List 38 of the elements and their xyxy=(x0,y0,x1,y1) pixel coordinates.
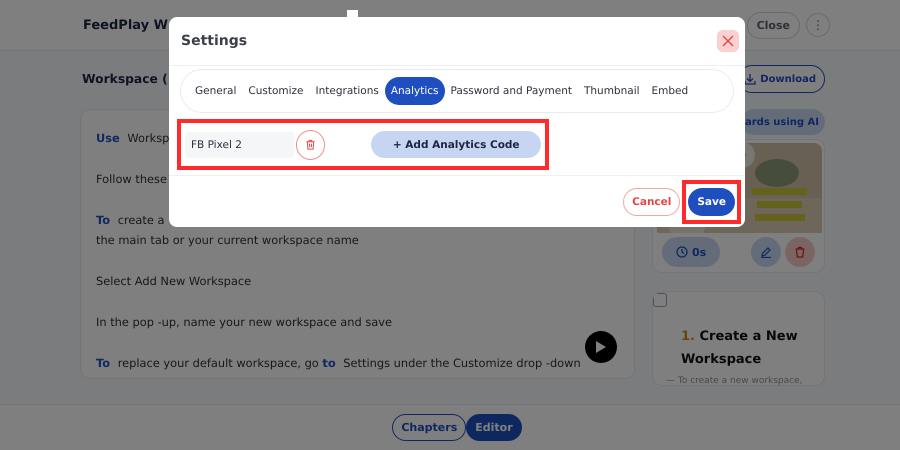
paragraph: To create a xyxy=(96,212,164,229)
download-icon xyxy=(744,73,756,85)
settings-tab[interactable]: Customize xyxy=(242,77,310,105)
paragraph: Use Worksp xyxy=(96,130,170,147)
workspace-title: Workspace ( xyxy=(82,72,168,86)
close-icon xyxy=(722,35,734,47)
play-icon xyxy=(596,341,606,353)
save-button[interactable]: Save xyxy=(688,188,735,216)
pencil-icon xyxy=(760,246,772,258)
settings-tab[interactable]: Analytics xyxy=(384,77,445,105)
paragraph: Follow these xyxy=(96,171,167,188)
settings-tab[interactable]: Thumbnail xyxy=(578,77,646,105)
settings-tab[interactable]: Password and Payment xyxy=(444,77,578,105)
paragraph: In the pop -up, name your new workspace and save xyxy=(96,314,392,331)
view-tab[interactable]: Chapters xyxy=(392,414,466,441)
edit-button[interactable] xyxy=(751,237,781,267)
view-tab[interactable]: Editor xyxy=(466,414,522,441)
add-analytics-code-button[interactable]: + Add Analytics Code xyxy=(371,131,541,158)
chapter-summary: — To create a new workspace, xyxy=(666,376,804,385)
settings-tab[interactable]: Embed xyxy=(646,77,694,105)
delete-button[interactable] xyxy=(785,237,815,267)
checkbox[interactable] xyxy=(653,293,667,307)
trash-icon xyxy=(794,246,806,258)
settings-tab[interactable]: Integrations xyxy=(310,77,385,105)
paragraph: Select Add New Workspace xyxy=(96,273,252,290)
analytics-code-field[interactable]: FB Pixel 2 xyxy=(185,132,294,158)
delete-button[interactable] xyxy=(296,130,326,160)
cancel-button[interactable]: Cancel xyxy=(623,188,680,216)
paragraph: the main tab or your current workspace name xyxy=(96,232,359,249)
trash-icon xyxy=(305,139,316,150)
close-button[interactable] xyxy=(717,30,739,52)
app-title: FeedPlay W xyxy=(83,18,168,32)
dialog-title: Settings xyxy=(181,33,248,49)
play-button[interactable] xyxy=(585,331,617,363)
clock-icon xyxy=(676,246,688,258)
paragraph: To replace your default workspace, go to Settings under the Customize drop -down xyxy=(96,355,581,372)
chapter-title: 1. Create a New Workspace xyxy=(681,328,799,369)
settings-tab[interactable]: General xyxy=(189,77,242,105)
